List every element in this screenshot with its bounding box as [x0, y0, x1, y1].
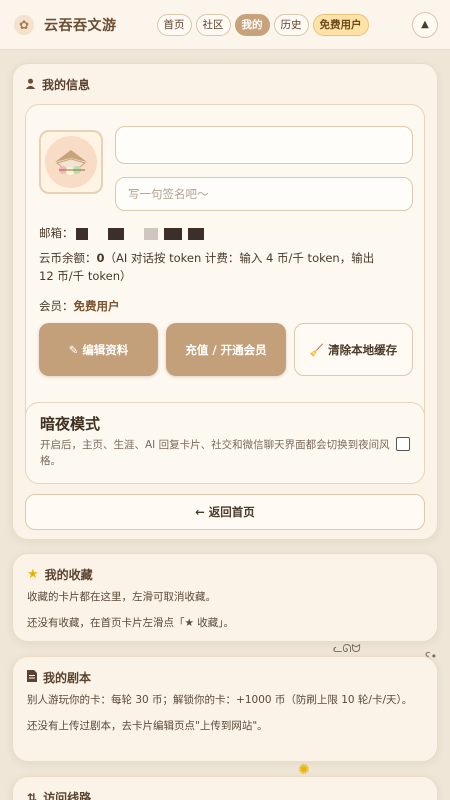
scripts-description: 别人游玩你的卡：每轮 30 币；解锁你的卡：+1000 币（防刷上限 10 轮/… [27, 694, 413, 706]
route-arrows-icon: ⇅ [27, 790, 38, 800]
dark-mode-title: 暗夜模式 [40, 415, 101, 433]
route-title: 访问线路 [43, 791, 92, 800]
favorites-card: ★ 我的收藏 收藏的卡片都在这里，左滑可取消收藏。 还没有收藏，在首页卡片左滑点… [12, 553, 438, 642]
triangle-up-icon: ▲ [421, 19, 429, 30]
dango-avatar-icon [45, 136, 97, 188]
coin-balance-row: 云币余额：0（AI 对话按 token 计费：输入 4 币/千 token，输出… [39, 250, 384, 286]
scripts-empty-text: 还没有上传过剧本，去卡片编辑页点"上传到网站"。 [27, 720, 268, 733]
profile-section-header: 我的信息 [25, 76, 425, 93]
top-nav-bar: ✿ 云吞吞文游 首页 社区 我的 历史 免费用户 ▲ [0, 0, 450, 50]
dark-mode-description: 开启后，主页、生涯、AI 回复卡片、社交和微信聊天界面都会切换到夜间风格。 [40, 439, 390, 467]
scripts-title: 我的剧本 [43, 671, 92, 685]
profile-card: 我的信息 写一句签名吧～ 邮箱： 云币余额：0（AI 对话按 token 计费：… [12, 63, 438, 540]
tab-home[interactable]: 首页 [156, 13, 192, 36]
email-redacted [163, 227, 182, 240]
profile-section-title: 我的信息 [42, 78, 91, 92]
signature-input[interactable]: 写一句签名吧～ [115, 177, 413, 211]
route-card: ⇅ 访问线路 [12, 776, 438, 800]
avatar[interactable] [39, 130, 103, 194]
email-redacted [75, 227, 88, 240]
my-scripts-card: 我的剧本 别人游玩你的卡：每轮 30 币；解锁你的卡：+1000 币（防刷上限 … [12, 656, 438, 762]
coin-value: 0 [96, 251, 105, 265]
email-row: 邮箱： [39, 225, 204, 243]
tab-mine[interactable]: 我的 [234, 13, 270, 36]
favorites-header: ★ 我的收藏 [27, 566, 423, 583]
email-label: 邮箱： [39, 226, 74, 240]
clear-cache-label: 清除本地缓存 [328, 342, 398, 357]
dark-mode-checkbox[interactable] [396, 437, 410, 451]
member-value: 免费用户 [73, 299, 120, 313]
recharge-label: 充值 / 开通会员 [185, 342, 267, 357]
document-icon [27, 670, 37, 685]
dark-mode-box: 暗夜模式 开启后，主页、生涯、AI 回复卡片、社交和微信聊天界面都会切换到夜间风… [25, 402, 425, 484]
logo-icon[interactable]: ✿ [14, 14, 34, 35]
cat-doodle-icon: ᓚᘏᗢ [333, 642, 361, 655]
back-home-button[interactable]: ← 返回首页 [25, 494, 425, 530]
clear-cache-button[interactable]: 🧹 清除本地缓存 [294, 323, 413, 376]
edit-profile-label: 编辑资料 [82, 342, 129, 357]
membership-row: 会员：免费用户 [39, 298, 120, 316]
member-label: 会员： [39, 299, 74, 313]
recharge-button[interactable]: 充值 / 开通会员 [166, 323, 286, 376]
nickname-input[interactable] [115, 126, 413, 164]
pencil-icon: ✎ [68, 342, 79, 357]
edit-profile-button[interactable]: ✎ 编辑资料 [39, 323, 158, 376]
scripts-header: 我的剧本 [27, 669, 423, 686]
email-redacted [143, 227, 158, 240]
brand-title[interactable]: 云吞吞文游 [44, 15, 117, 35]
favorites-title: 我的收藏 [44, 568, 93, 582]
tab-community[interactable]: 社区 [195, 13, 231, 36]
email-redacted [187, 227, 204, 240]
favorites-description: 收藏的卡片都在这里，左滑可取消收藏。 [27, 591, 216, 603]
user-icon [25, 78, 36, 92]
nav-tabs: 首页 社区 我的 历史 免费用户 [156, 13, 369, 36]
star-icon: ★ [27, 567, 39, 582]
scroll-top-button[interactable]: ▲ [412, 11, 438, 38]
email-redacted [107, 227, 124, 240]
route-header: ⇅ 访问线路 [27, 789, 423, 800]
tab-history[interactable]: 历史 [273, 13, 309, 36]
user-tier-badge[interactable]: 免费用户 [312, 13, 369, 36]
coin-label: 云币余额： [39, 251, 97, 265]
broom-icon: 🧹 [309, 342, 325, 357]
favorites-empty-text: 还没有收藏，在首页卡片左滑点「★ 收藏」。 [27, 617, 234, 630]
